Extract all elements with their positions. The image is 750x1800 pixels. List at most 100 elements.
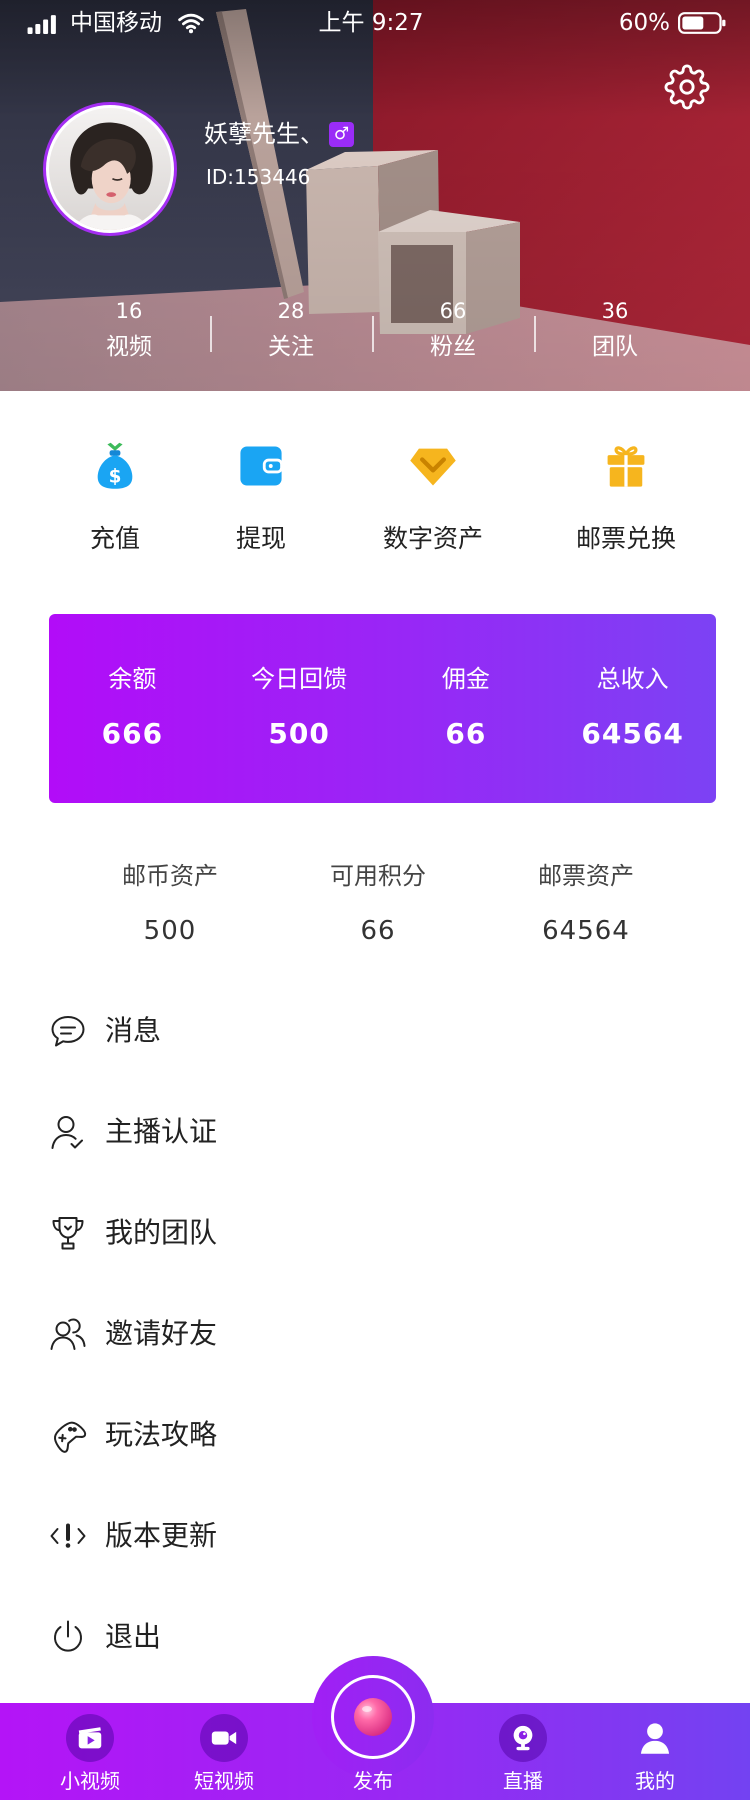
tab-label: 发布: [353, 1769, 393, 1793]
settings-button[interactable]: [664, 64, 710, 110]
stat-label: 关注: [268, 334, 314, 360]
user-id: ID:153446: [206, 165, 311, 189]
menu-item-messages[interactable]: 消息: [0, 981, 750, 1082]
film-play-icon: [78, 1727, 102, 1749]
diamond-icon: [410, 448, 456, 486]
tab-publish[interactable]: 发布: [318, 1714, 428, 1794]
settings-menu: 消息 主播认证 我的团队 邀请好友 玩法攻略 版本更新 退出: [0, 981, 750, 1688]
balance-item[interactable]: 余额 666: [49, 614, 216, 803]
asset-label: 可用积分: [330, 862, 426, 890]
battery-icon: [678, 12, 726, 34]
signal-icon: [27, 15, 56, 34]
message-icon: [51, 1016, 85, 1047]
stat-videos[interactable]: 16 视频: [48, 296, 210, 362]
menu-item-label: 玩法攻略: [105, 1418, 218, 1451]
tab-spacer: [349, 1714, 397, 1762]
quick-action-label: 邮票兑换: [575, 524, 676, 553]
asset-value: 66: [360, 916, 396, 946]
avatar[interactable]: [43, 102, 177, 236]
asset-summary: 邮币资产 500 可用积分 66 邮票资产 64564: [66, 860, 690, 948]
stat-fans[interactable]: 66 粉丝: [372, 296, 534, 362]
quick-action-digital-assets[interactable]: 数字资产: [363, 440, 503, 560]
stat-value: 66: [439, 299, 467, 323]
today-reward-item[interactable]: 今日回馈 500: [216, 614, 383, 803]
tab-label: 短视频: [194, 1769, 254, 1793]
asset-item-points[interactable]: 可用积分 66: [274, 860, 482, 948]
user-icon: [640, 1723, 670, 1754]
asset-value: 64564: [542, 916, 630, 946]
asset-value: 500: [143, 916, 197, 946]
gift-icon: [607, 446, 645, 487]
money-bag-icon: $: [97, 442, 133, 489]
quick-action-label: 充值: [89, 524, 140, 553]
tab-short-clips[interactable]: 小视频: [35, 1714, 145, 1794]
quick-action-withdraw[interactable]: 提现: [191, 440, 331, 560]
menu-item-my-team[interactable]: 我的团队: [0, 1183, 750, 1284]
code-alert-icon: [50, 1523, 86, 1548]
menu-item-version-update[interactable]: 版本更新: [0, 1486, 750, 1587]
asset-item-postal-coin[interactable]: 邮币资产 500: [66, 860, 274, 948]
total-income-label: 总收入: [596, 665, 669, 693]
tab-label: 我的: [635, 1769, 675, 1793]
stat-following[interactable]: 28 关注: [210, 296, 372, 362]
tab-label: 小视频: [60, 1769, 120, 1793]
total-income-item[interactable]: 总收入 64564: [549, 614, 716, 803]
tab-me[interactable]: 我的: [600, 1714, 710, 1794]
stat-team[interactable]: 36 团队: [534, 296, 696, 362]
asset-label: 邮票资产: [538, 862, 634, 890]
stat-divider: [210, 316, 212, 352]
total-income-value: 64564: [581, 717, 684, 750]
tab-icon: [499, 1714, 547, 1762]
video-camera-icon: [211, 1731, 237, 1745]
commission-item[interactable]: 佣金 66: [383, 614, 550, 803]
balance-label: 余额: [108, 665, 157, 693]
male-gender-icon: ♂: [329, 122, 354, 147]
users-icon: [50, 1318, 86, 1350]
quick-action-recharge[interactable]: $ 充值: [45, 440, 185, 560]
stat-label: 团队: [592, 334, 638, 360]
carrier-name: 中国移动: [70, 10, 162, 36]
commission-value: 66: [445, 717, 487, 750]
balance-value: 666: [101, 717, 164, 750]
tab-icon: [631, 1714, 679, 1762]
balance-card: 余额 666 今日回馈 500 佣金 66 总收入 64564: [49, 614, 716, 803]
profile-screen: 中国移动 上午 9:27 60% 妖孽先生、 ♂ ID:153446 16 视频…: [0, 0, 750, 1800]
gear-icon: [664, 64, 710, 110]
tab-live[interactable]: 直播: [468, 1714, 578, 1794]
today-reward-label: 今日回馈: [251, 665, 348, 693]
tab-short-video[interactable]: 短视频: [169, 1714, 279, 1794]
asset-label: 邮币资产: [122, 862, 218, 890]
tab-icon: [200, 1714, 248, 1762]
quick-action-stamp-exchange[interactable]: 邮票兑换: [556, 440, 696, 560]
menu-item-invite-friends[interactable]: 邀请好友: [0, 1284, 750, 1385]
stat-label: 粉丝: [430, 334, 476, 360]
menu-item-label: 主播认证: [105, 1115, 218, 1148]
profile-header: 中国移动 上午 9:27 60% 妖孽先生、 ♂ ID:153446 16 视频…: [0, 0, 750, 391]
wifi-icon: [178, 13, 204, 34]
menu-item-host-verification[interactable]: 主播认证: [0, 1082, 750, 1183]
asset-item-stamps[interactable]: 邮票资产 64564: [482, 860, 690, 948]
quick-action-label: 提现: [235, 524, 286, 553]
menu-item-label: 退出: [105, 1620, 162, 1653]
gamepad-icon: [54, 1421, 87, 1453]
commission-label: 佣金: [441, 665, 490, 693]
quick-action-label: 数字资产: [382, 524, 483, 553]
battery-level-fill: [682, 16, 704, 30]
svg-text:$: $: [109, 466, 122, 487]
webcam-icon: [513, 1725, 533, 1751]
clock: 上午 9:27: [318, 10, 424, 36]
trophy-icon: [52, 1217, 84, 1250]
stat-value: 16: [115, 299, 143, 323]
stat-divider: [534, 316, 536, 352]
menu-item-game-guide[interactable]: 玩法攻略: [0, 1385, 750, 1486]
stat-value: 36: [601, 299, 629, 323]
today-reward-value: 500: [268, 717, 330, 750]
profile-stats: 16 视频 28 关注 66 粉丝 36 团队: [48, 296, 696, 362]
menu-item-label: 我的团队: [105, 1216, 218, 1249]
menu-item-label: 邀请好友: [105, 1317, 218, 1350]
battery-percent: 60%: [618, 10, 670, 36]
user-verify-icon: [51, 1116, 83, 1149]
wallet-icon: [240, 446, 283, 486]
avatar-photo: [49, 108, 171, 230]
stat-label: 视频: [106, 334, 152, 360]
